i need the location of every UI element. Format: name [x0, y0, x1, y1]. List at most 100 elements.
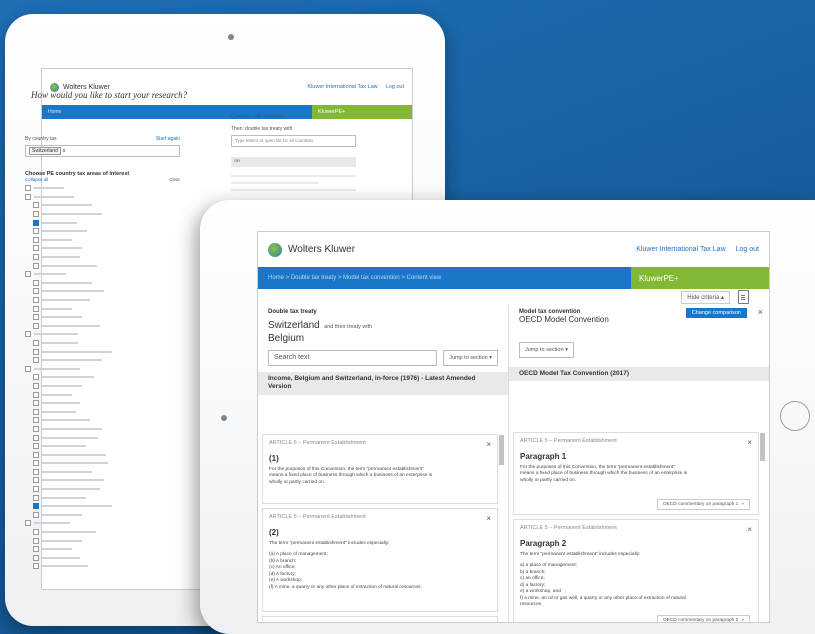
checkbox[interactable] [33, 279, 39, 286]
tax-area-row[interactable] [25, 390, 180, 399]
checkbox[interactable] [25, 271, 31, 278]
close-icon[interactable]: × [747, 525, 752, 534]
checkbox[interactable] [33, 425, 39, 432]
tax-area-row[interactable] [25, 416, 180, 425]
chip-remove-icon[interactable]: x [63, 148, 66, 154]
checkbox[interactable] [33, 477, 39, 484]
tax-area-row[interactable] [25, 244, 180, 253]
checkbox[interactable] [33, 494, 39, 501]
tax-area-row[interactable] [25, 339, 180, 348]
close-icon[interactable]: × [486, 514, 491, 523]
checkbox[interactable] [33, 236, 39, 243]
checkbox[interactable] [33, 468, 39, 475]
checkbox[interactable] [33, 486, 39, 493]
checkbox[interactable] [33, 314, 39, 321]
breadcrumb[interactable]: Home > Double tax treaty > Model tax con… [258, 267, 631, 289]
tax-area-row[interactable] [25, 210, 180, 219]
checkbox[interactable] [33, 511, 39, 518]
checkbox[interactable] [33, 219, 39, 226]
checkbox[interactable] [33, 245, 39, 252]
tax-area-row[interactable] [25, 322, 180, 331]
change-comparison-button[interactable]: Change comparison [685, 308, 747, 318]
checkbox[interactable] [33, 563, 39, 570]
tax-area-row[interactable] [25, 459, 180, 468]
checkbox[interactable] [33, 374, 39, 381]
tax-area-row[interactable] [25, 519, 180, 528]
checkbox[interactable] [25, 520, 31, 527]
close-icon[interactable]: × [747, 438, 752, 447]
checkbox[interactable] [33, 451, 39, 458]
tax-area-row[interactable] [25, 425, 180, 434]
jump-to-section-select[interactable]: Jump to section ▾ [519, 342, 574, 358]
tax-area-row[interactable] [25, 287, 180, 296]
checkbox[interactable] [25, 365, 31, 372]
tax-area-row[interactable] [25, 476, 180, 485]
scrollbar[interactable] [760, 433, 765, 461]
tax-area-row[interactable] [25, 562, 180, 571]
checkbox[interactable] [33, 305, 39, 312]
home-button[interactable] [780, 401, 810, 431]
checkbox[interactable] [33, 322, 39, 329]
tax-area-row[interactable] [25, 364, 180, 373]
tax-area-row[interactable] [25, 253, 180, 262]
tax-area-row[interactable] [25, 313, 180, 322]
tax-area-row[interactable] [25, 270, 180, 279]
checkbox[interactable] [33, 262, 39, 269]
checkbox[interactable] [33, 357, 39, 364]
collapse-all-link[interactable]: Collapse all [25, 177, 48, 182]
tax-area-row[interactable] [25, 399, 180, 408]
checkbox[interactable] [33, 400, 39, 407]
tax-area-row[interactable] [25, 528, 180, 537]
hide-criteria-button[interactable]: Hide criteria ▴ [681, 290, 730, 304]
tax-area-row[interactable] [25, 536, 180, 545]
tax-area-row[interactable] [25, 407, 180, 416]
tax-area-row[interactable] [25, 468, 180, 477]
checkbox[interactable] [33, 417, 39, 424]
logout-link[interactable]: Log out [386, 84, 404, 90]
tax-area-row[interactable] [25, 511, 180, 520]
checkbox[interactable] [33, 202, 39, 209]
checkbox[interactable] [33, 211, 39, 218]
checkbox[interactable] [33, 443, 39, 450]
checkbox[interactable] [33, 228, 39, 235]
checkbox[interactable] [33, 408, 39, 415]
treaty-select[interactable]: Type letters or open list for all countr… [231, 135, 356, 147]
tax-area-row[interactable] [25, 201, 180, 210]
tax-area-row[interactable] [25, 347, 180, 356]
tax-area-row[interactable] [25, 433, 180, 442]
tax-area-row[interactable] [25, 554, 180, 563]
checkbox[interactable] [33, 288, 39, 295]
document-icon[interactable] [738, 290, 749, 304]
tax-area-row[interactable] [25, 261, 180, 270]
tax-area-row[interactable] [25, 279, 180, 288]
search-text-input[interactable]: Search text [268, 350, 438, 366]
checkbox[interactable] [33, 546, 39, 553]
checkbox[interactable] [25, 331, 31, 338]
tax-area-row[interactable] [25, 227, 180, 236]
checkbox[interactable] [33, 254, 39, 261]
logout-link[interactable]: Log out [736, 246, 759, 253]
tax-area-row[interactable] [25, 218, 180, 227]
close-icon[interactable]: × [486, 622, 491, 623]
jump-to-section-select[interactable]: Jump to section ▾ [443, 350, 498, 366]
checkbox[interactable] [33, 554, 39, 561]
tax-area-row[interactable] [25, 304, 180, 313]
tax-area-row[interactable] [25, 382, 180, 391]
start-again-link[interactable]: Start again [156, 136, 180, 142]
tax-area-row[interactable] [25, 184, 180, 193]
tax-area-row[interactable] [25, 545, 180, 554]
tax-area-row[interactable] [25, 330, 180, 339]
checkbox[interactable] [33, 297, 39, 304]
clear-link[interactable]: Clear [169, 177, 180, 182]
tax-area-row[interactable] [25, 373, 180, 382]
checkbox[interactable] [33, 382, 39, 389]
scrollbar[interactable] [499, 435, 504, 465]
checkbox[interactable] [33, 503, 39, 510]
close-icon[interactable]: × [758, 307, 763, 317]
tax-area-row[interactable] [25, 502, 180, 511]
tax-area-row[interactable] [25, 485, 180, 494]
checkbox[interactable] [33, 434, 39, 441]
tax-area-row[interactable] [25, 296, 180, 305]
country-input[interactable]: Switzerland x [25, 145, 180, 157]
tax-area-row[interactable] [25, 356, 180, 365]
